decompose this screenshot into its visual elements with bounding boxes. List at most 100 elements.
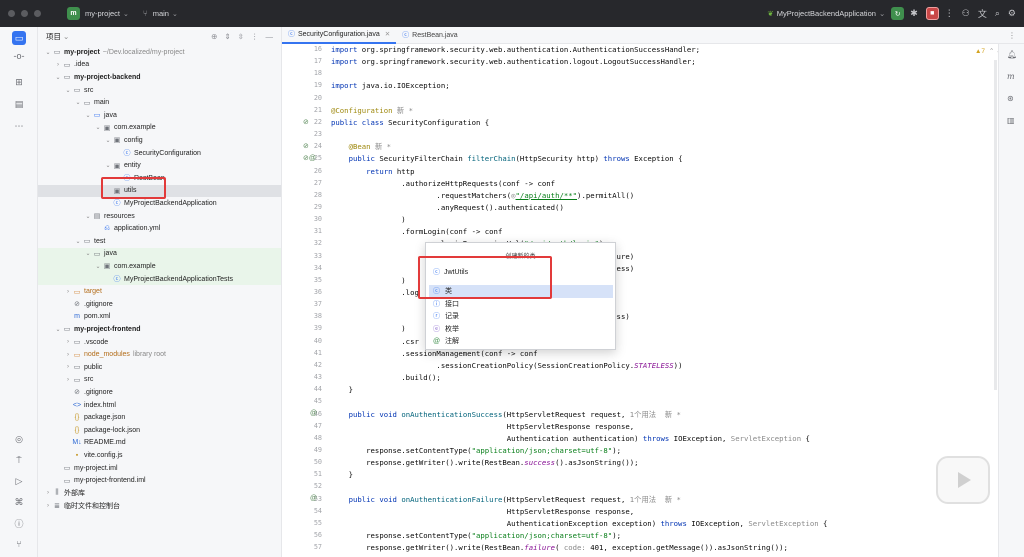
more-vertical-icon[interactable]: ⋮ [251, 32, 259, 41]
chevron-right-icon[interactable]: › [64, 364, 72, 370]
run-configuration-selector[interactable]: ❦ MyProjectBackendApplication ⌄ [767, 9, 885, 18]
tree-item[interactable]: ⌄ ▣ com.example [38, 260, 281, 273]
class-kind-item[interactable]: ⓡ 记录 [429, 310, 613, 323]
tree-item[interactable]: ⓒ MyProjectBackendApplicationTests [38, 272, 281, 286]
class-kind-item[interactable]: ⓔ 枚举 [429, 323, 613, 336]
code-line[interactable]: ) [331, 276, 405, 285]
tab-rest-bean[interactable]: ⓒ RestBean.java [396, 27, 464, 44]
chevron-down-icon[interactable]: ⌄ [54, 74, 62, 81]
code-line[interactable]: response.setContentType("application/jso… [331, 446, 621, 455]
tree-item[interactable]: ⓒ SecurityConfiguration [38, 147, 281, 160]
code-line[interactable]: .log [331, 288, 419, 297]
notifications-icon[interactable]: 🔔︎ [1007, 50, 1017, 59]
more-vertical-icon[interactable]: ⋮ [945, 8, 954, 19]
chevron-down-icon[interactable]: ⌄ [74, 99, 82, 106]
search-icon[interactable]: ⌕ [995, 8, 1000, 19]
tree-item[interactable]: › ▭ src [38, 374, 281, 387]
chevron-right-icon[interactable]: › [54, 62, 62, 68]
code-line[interactable]: public class SecurityConfiguration { [331, 118, 489, 127]
override-gutter-icon[interactable]: @ [310, 410, 317, 417]
services-icon[interactable]: ◎ [12, 432, 26, 446]
code-line[interactable]: ) [331, 215, 405, 224]
code-line[interactable]: @Bean 新 * [331, 142, 391, 152]
commit-icon[interactable]: -o- [12, 49, 26, 63]
tree-item[interactable]: ⌄ ▣ com.example [38, 122, 281, 135]
window-controls[interactable] [8, 10, 41, 17]
code-line[interactable]: HttpServletResponse response, [331, 507, 634, 516]
tree-item[interactable]: ▪ vite.config.js [38, 449, 281, 462]
code-line[interactable]: public SecurityFilterChain filterChain(H… [331, 154, 683, 163]
class-kind-item[interactable]: @ 注解 [429, 335, 613, 348]
tree-item[interactable]: ⌄ ▭ my-project-frontend [38, 323, 281, 336]
tree-item[interactable]: ⌄ ▭ my-project-backend [38, 71, 281, 84]
tree-item[interactable]: <> index.html [38, 399, 281, 412]
minimize-window-button[interactable] [21, 10, 28, 17]
code-line[interactable]: public void onAuthenticationSuccess(Http… [331, 410, 681, 420]
project-panel-title[interactable]: 项目 [46, 31, 61, 42]
code-line[interactable]: return http [331, 167, 414, 176]
tree-item[interactable]: ▭ my-project.iml [38, 462, 281, 475]
chevron-down-icon[interactable]: ⌄ [123, 10, 129, 18]
chevron-down-icon[interactable]: ⌄ [172, 10, 178, 18]
structure-icon[interactable]: ⊞ [12, 75, 26, 89]
code-line[interactable]: } [331, 385, 353, 394]
expand-all-icon[interactable]: ⇕ [224, 32, 230, 41]
tree-item[interactable]: ⎌ application.yml [38, 222, 281, 235]
project-tool-icon[interactable]: ▭ [12, 31, 26, 45]
code-line[interactable]: Authentication authentication) throws IO… [331, 434, 810, 443]
run-icon[interactable]: ▷ [12, 474, 26, 488]
problems-icon[interactable]: ⓘ [12, 516, 26, 530]
tree-item[interactable]: ⌄ ▭ src [38, 84, 281, 97]
bean-gutter-icon[interactable]: ⊘@ [303, 154, 316, 162]
tree-item[interactable]: m pom.xml [38, 311, 281, 324]
rerun-button[interactable]: ↻ [891, 7, 905, 20]
chevron-down-icon[interactable]: ⌄ [84, 213, 92, 220]
git-icon[interactable]: ⑂ [12, 537, 26, 551]
tree-item[interactable]: ⌄ ▭ test [38, 235, 281, 248]
code-line[interactable]: .formLogin(conf -> conf [331, 227, 502, 236]
floating-play-icon[interactable] [936, 456, 990, 504]
hide-panel-icon[interactable]: — [266, 32, 274, 41]
code-line[interactable]: import java.io.IOException; [331, 81, 450, 90]
chevron-down-icon[interactable]: ⌄ [104, 162, 112, 169]
code-line[interactable]: response.getWriter().write(RestBean.fail… [331, 543, 788, 552]
stop-button[interactable]: ■ [925, 7, 939, 20]
chevron-right-icon[interactable]: › [64, 377, 72, 383]
chevron-down-icon[interactable]: ⌄ [64, 87, 72, 94]
tree-item[interactable]: ⌄ ▣ config [38, 134, 281, 147]
tree-item[interactable]: {} package.json [38, 411, 281, 424]
build-icon[interactable]: ⍑ [12, 453, 26, 467]
chevron-down-icon[interactable]: ⌄ [84, 112, 92, 119]
tree-item[interactable]: › ▭ target [38, 285, 281, 298]
tree-item[interactable]: ⌄ ▣ entity [38, 159, 281, 172]
tree-item[interactable]: ⌄ ▤ resources [38, 210, 281, 223]
code-line[interactable]: .sessionCreationPolicy(SessionCreationPo… [331, 361, 682, 370]
chevron-right-icon[interactable]: › [44, 503, 52, 509]
tree-item[interactable]: › ≣ 临时文件和控制台 [38, 500, 281, 513]
chevron-down-icon[interactable]: ⌄ [44, 49, 52, 56]
tree-item[interactable]: › ▭ node_modules library root [38, 348, 281, 361]
tree-item[interactable]: ⌄ ▭ my-project ~/Dev.localized/my-project [38, 46, 281, 59]
tree-item[interactable]: › ▭ public [38, 361, 281, 374]
code-line[interactable]: .sessionManagement(conf -> conf [331, 349, 537, 358]
branch-icon[interactable]: ⑂ [143, 9, 148, 18]
branch-name[interactable]: main [153, 9, 169, 18]
add-user-icon[interactable]: ⚇ [962, 8, 970, 19]
tree-item[interactable]: › ▭ .vscode [38, 336, 281, 349]
code-line[interactable]: .csr [331, 337, 419, 346]
tree-item[interactable]: ⊘ .gitignore [38, 386, 281, 399]
chevron-right-icon[interactable]: › [64, 289, 72, 295]
code-line[interactable]: import org.springframework.security.web.… [331, 57, 696, 66]
project-name[interactable]: my-project [85, 9, 120, 18]
code-line[interactable]: response.getWriter().write(RestBean.succ… [331, 458, 638, 467]
tree-item[interactable]: ▭ my-project-frontend.iml [38, 474, 281, 487]
class-kind-item[interactable]: ⓘ 接口 [429, 298, 613, 311]
chevron-right-icon[interactable]: › [64, 339, 72, 345]
tree-item[interactable]: ⌄ ▭ java [38, 247, 281, 261]
tab-security-configuration[interactable]: ⓒ SecurityConfiguration.java ✕ [282, 27, 397, 44]
code-line[interactable]: ) [331, 324, 405, 333]
chevron-right-icon[interactable]: › [44, 490, 52, 496]
settings-icon[interactable]: ⚙ [1008, 8, 1016, 19]
code-line[interactable]: HttpServletResponse response, [331, 422, 634, 431]
editor-scrollbar[interactable] [994, 60, 997, 390]
